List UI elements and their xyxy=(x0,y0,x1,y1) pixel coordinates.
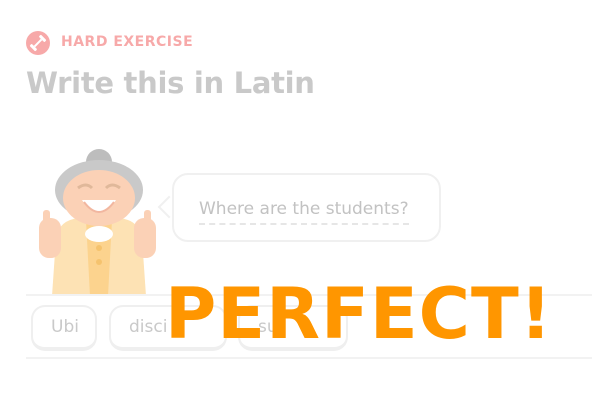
dumbbell-icon xyxy=(26,31,50,55)
page-title: Write this in Latin xyxy=(26,66,315,100)
speech-bubble: Where are the students? xyxy=(172,173,441,242)
perfect-feedback-text: PERFECT! xyxy=(165,273,553,355)
word-chip[interactable]: Ubi xyxy=(31,305,97,351)
answer-line xyxy=(26,357,592,359)
character-illustration xyxy=(34,148,164,302)
prompt-sentence[interactable]: Where are the students? xyxy=(199,199,409,225)
exercise-badge-label: HARD EXERCISE xyxy=(61,34,194,50)
